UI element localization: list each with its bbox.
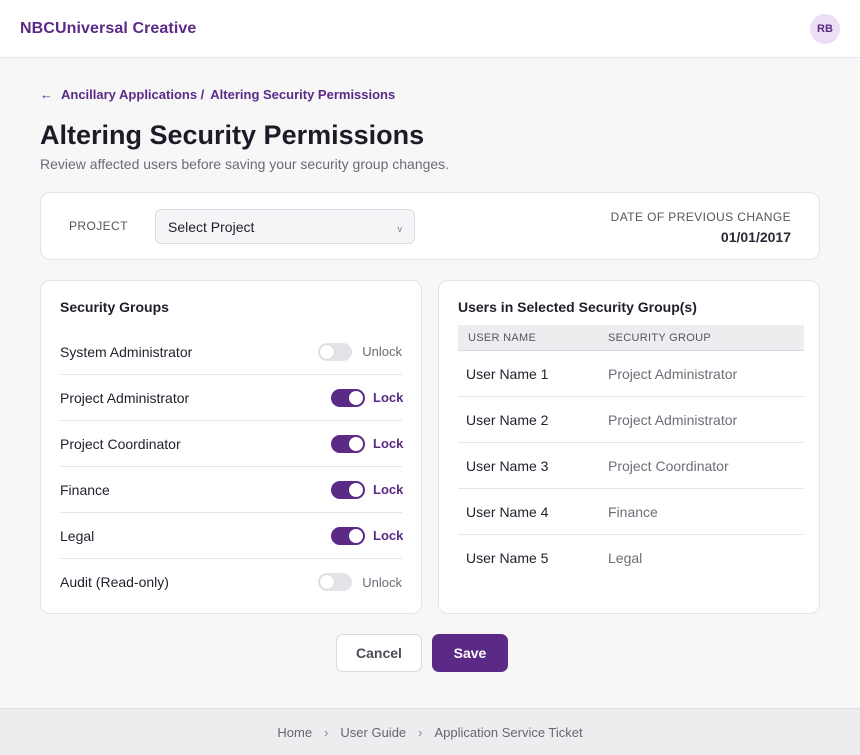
user-name-cell: User Name 1: [466, 365, 549, 382]
security-group-name: Project Administrator: [60, 389, 190, 406]
toggle-switch[interactable]: [331, 526, 365, 545]
security-group-name: Legal: [60, 527, 95, 544]
security-group-cell: Project Administrator: [608, 365, 738, 382]
footer-separator: ›: [418, 724, 423, 740]
footer-link-user-guide[interactable]: User Guide: [340, 725, 406, 740]
users-card: Users in Selected Security Group(s) USER…: [438, 280, 820, 614]
toggle-switch[interactable]: [331, 388, 365, 407]
footer-separator: ›: [324, 724, 329, 740]
user-name-cell: User Name 5: [466, 550, 549, 566]
security-group-row: Audit (Read-only) Unlock: [60, 559, 402, 605]
footer-link-home[interactable]: Home: [277, 725, 312, 740]
breadcrumb: ← Ancillary Applications / Altering Secu…: [40, 85, 395, 103]
project-label: PROJECT: [69, 219, 128, 233]
footer-link-service-ticket[interactable]: Application Service Ticket: [435, 725, 583, 740]
security-group-row: Finance Lock: [60, 467, 404, 513]
user-name-cell: User Name 3: [466, 457, 549, 474]
toggle-state-label: Lock: [373, 390, 404, 405]
project-select-value: Select Project: [168, 218, 255, 235]
breadcrumb-parent-link[interactable]: Ancillary Applications /: [61, 87, 204, 102]
top-bar: NBCUniversal Creative RB: [0, 0, 860, 58]
security-group-row: Legal Lock: [60, 513, 404, 559]
breadcrumb-current: Altering Security Permissions: [210, 86, 396, 102]
column-header-user-name: USER NAME: [468, 331, 537, 344]
security-group-name: Finance: [60, 481, 110, 498]
arrow-left-icon[interactable]: ←: [40, 87, 53, 102]
toggle-state-label: Lock: [373, 528, 404, 543]
security-group-name: Project Coordinator: [60, 435, 181, 452]
toggle-state-label: Lock: [373, 436, 404, 451]
lock-toggle[interactable]: Unlock: [318, 573, 402, 591]
users-table: USER NAME SECURITY GROUP User Name 1 Pro…: [458, 325, 804, 581]
users-table-header: USER NAME SECURITY GROUP: [458, 325, 804, 351]
toggle-switch[interactable]: [331, 480, 365, 499]
users-card-title: Users in Selected Security Group(s): [458, 299, 697, 315]
lock-toggle[interactable]: Lock: [331, 434, 404, 453]
toggle-switch[interactable]: [318, 573, 352, 591]
cancel-button[interactable]: Cancel: [336, 634, 422, 672]
lock-toggle[interactable]: Lock: [331, 480, 404, 499]
security-group-list: System Administrator Unlock Project Admi…: [60, 329, 404, 605]
security-group-row: System Administrator Unlock: [60, 329, 402, 375]
toggle-state-label: Unlock: [362, 344, 402, 359]
security-group-name: System Administrator: [60, 343, 193, 360]
user-name-cell: User Name 2: [466, 411, 549, 428]
table-row: User Name 1 Project Administrator: [458, 351, 804, 397]
security-group-name: Audit (Read-only): [60, 574, 169, 590]
toggle-state-label: Unlock: [362, 574, 402, 590]
footer: Home › User Guide › Application Service …: [0, 708, 860, 755]
project-card: PROJECT Select Project v DATE OF PREVIOU…: [40, 192, 820, 260]
security-group-row: Project Administrator Lock: [60, 375, 404, 421]
security-group-cell: Finance: [608, 503, 658, 520]
security-groups-card: Security Groups System Administrator Unl…: [40, 280, 422, 614]
user-name-cell: User Name 4: [466, 503, 549, 520]
project-select[interactable]: Select Project v: [155, 209, 415, 244]
table-row: User Name 4 Finance: [458, 489, 804, 535]
column-header-security-group: SECURITY GROUP: [608, 331, 712, 344]
lock-toggle[interactable]: Lock: [331, 526, 404, 545]
lock-toggle[interactable]: Lock: [331, 388, 404, 407]
toggle-switch[interactable]: [331, 434, 365, 453]
security-groups-title: Security Groups: [60, 299, 169, 315]
security-group-cell: Legal: [608, 550, 643, 566]
lock-toggle[interactable]: Unlock: [318, 342, 402, 361]
security-group-cell: Project Administrator: [608, 411, 738, 428]
brand-logo[interactable]: NBCUniversal Creative: [20, 20, 196, 38]
save-button[interactable]: Save: [432, 634, 508, 672]
toggle-switch[interactable]: [318, 342, 352, 361]
security-group-cell: Project Coordinator: [608, 457, 729, 474]
table-row: User Name 5 Legal: [458, 535, 804, 581]
page-title: Altering Security Permissions: [40, 120, 425, 150]
security-group-row: Project Coordinator Lock: [60, 421, 404, 467]
toggle-state-label: Lock: [373, 482, 404, 497]
prev-change-label: DATE OF PREVIOUS CHANGE: [610, 210, 791, 224]
chevron-down-icon: v: [397, 223, 403, 234]
table-row: User Name 2 Project Administrator: [458, 397, 804, 443]
table-row: User Name 3 Project Coordinator: [458, 443, 804, 489]
user-avatar[interactable]: RB: [810, 13, 840, 44]
prev-change-date: 01/01/2017: [720, 229, 791, 245]
page-subtitle: Review affected users before saving your…: [40, 156, 450, 172]
